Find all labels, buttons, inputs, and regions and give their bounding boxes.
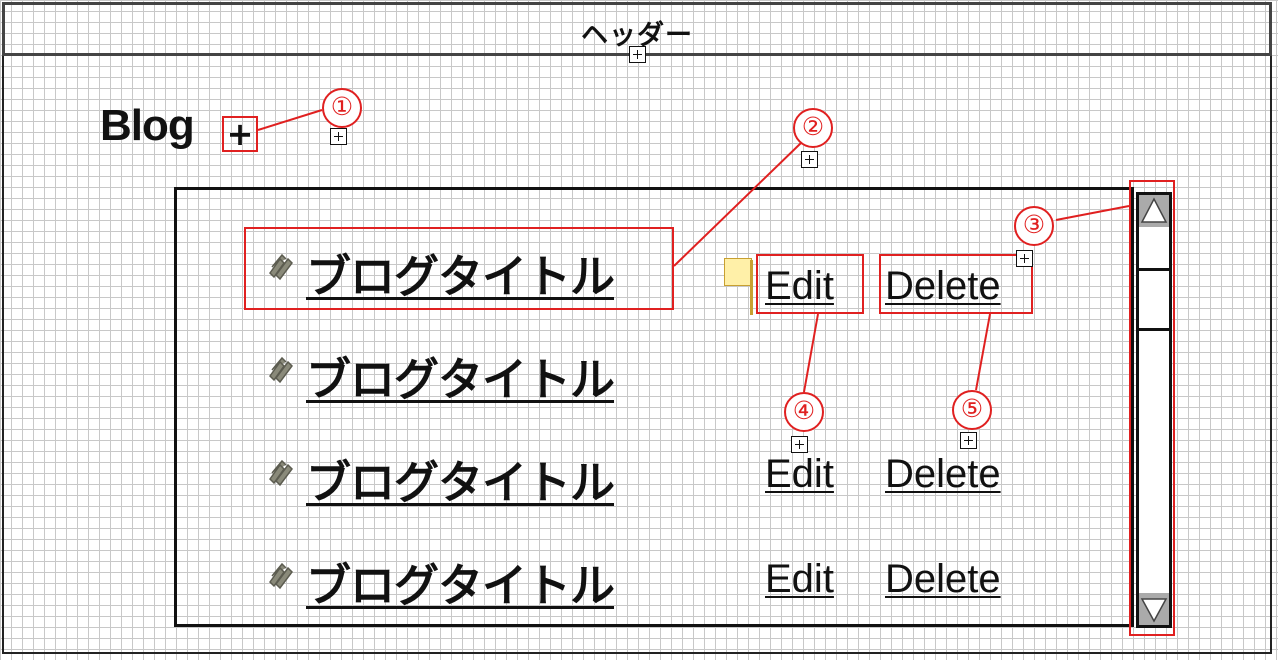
callout-badge-5: ⑤ [952, 390, 992, 430]
pencil-scribble-icon [269, 356, 293, 384]
header-expander-icon[interactable] [629, 46, 646, 63]
add-expander-icon[interactable] [330, 128, 347, 145]
callout-badge-3: ③ [1014, 206, 1054, 246]
callout-box-edit [756, 254, 864, 314]
page-title: Blog [100, 101, 195, 150]
callout-box-scrollbar [1129, 180, 1175, 636]
delete-link[interactable]: Delete [885, 557, 1001, 602]
edit-link[interactable]: Edit [765, 452, 834, 497]
delete-expander-icon[interactable] [960, 432, 977, 449]
blog-title-link[interactable]: ブログタイトル [306, 343, 615, 408]
pencil-scribble-icon [269, 459, 293, 487]
add-blog-button[interactable]: + [222, 116, 258, 152]
delete-link[interactable]: Delete [885, 452, 1001, 497]
blog-title-link[interactable]: ブログタイトル [306, 549, 615, 614]
scrollbar-expander-icon[interactable] [1016, 250, 1033, 267]
callout-badge-1: ① [322, 88, 362, 128]
callout-badge-2: ② [793, 108, 833, 148]
callout-badge-4: ④ [784, 392, 824, 432]
comment-note-edge [750, 260, 753, 315]
title-expander-icon[interactable] [801, 151, 818, 168]
pencil-scribble-icon [269, 562, 293, 590]
comment-note-icon [724, 258, 752, 286]
edit-link[interactable]: Edit [765, 557, 834, 602]
edit-expander-icon[interactable] [791, 436, 808, 453]
callout-box-title [244, 227, 674, 310]
blog-title-link[interactable]: ブログタイトル [306, 446, 615, 511]
callout-box-delete [879, 254, 1033, 314]
